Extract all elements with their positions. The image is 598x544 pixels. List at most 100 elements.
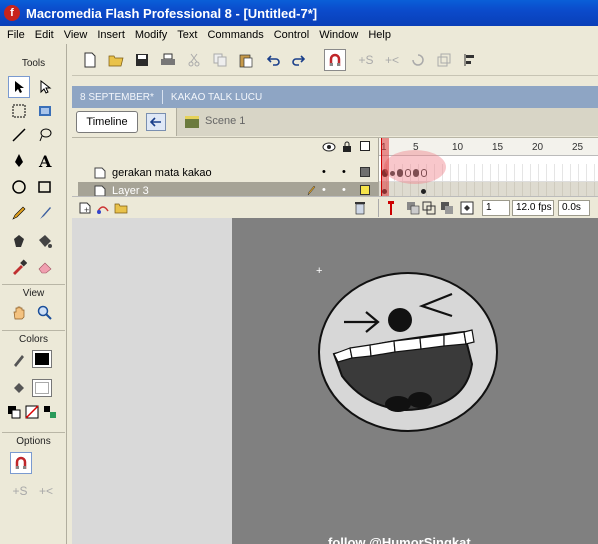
onion-skin-outlines-icon[interactable] [422,201,436,215]
zoom-tool-icon[interactable] [34,302,56,324]
svg-text:A: A [38,153,52,169]
selection-tool-icon[interactable] [8,76,30,98]
copy-icon[interactable] [210,50,230,70]
options-label: Options [16,436,51,447]
fill-color-bucket-icon [8,378,30,400]
lock-dot[interactable]: • [342,184,346,196]
swap-colors-icon[interactable] [42,404,58,420]
undo-icon[interactable] [264,50,284,70]
rectangle-tool-icon[interactable] [34,176,56,198]
line-tool-icon[interactable] [8,124,30,146]
menu-window[interactable]: Window [314,29,363,41]
keyframe[interactable] [421,189,426,194]
save-icon[interactable] [132,50,152,70]
menu-control[interactable]: Control [269,29,314,41]
flash-logo-icon: f [4,5,20,21]
no-color-icon[interactable] [24,404,40,420]
back-arrow-icon[interactable] [146,113,166,131]
subselection-tool-icon[interactable] [34,76,56,98]
pencil-tool-icon[interactable] [8,202,30,224]
timeline-panel: gerakan mata kakao • • Layer 3 • • 1 5 1… [72,137,598,218]
snap-magnet-icon[interactable] [324,49,346,71]
menu-view[interactable]: View [59,29,93,41]
layer-color-swatch[interactable] [360,185,370,195]
rotate-skew-icon[interactable] [408,50,428,70]
menu-modify[interactable]: Modify [130,29,172,41]
layer-row[interactable]: gerakan mata kakao • • [78,164,378,182]
frame-rate-field[interactable]: 12.0 fps [512,200,554,216]
fill-color-swatch[interactable] [32,379,52,397]
elapsed-time-field: 0.0s [558,200,590,216]
smooth-option-icon[interactable]: +S [8,480,32,502]
layer-name: gerakan mata kakao [112,167,212,179]
view-label: View [22,288,45,299]
timeline-header: Timeline Scene 1 [72,108,598,136]
menu-edit[interactable]: Edit [30,29,59,41]
scale-icon[interactable] [434,50,454,70]
menu-text[interactable]: Text [172,29,202,41]
lock-dot[interactable]: • [342,166,346,178]
playhead[interactable] [381,138,389,198]
free-transform-tool-icon[interactable] [8,100,30,122]
default-colors-icon[interactable] [6,404,22,420]
align-icon[interactable] [460,50,480,70]
insert-layer-folder-icon[interactable] [114,201,128,215]
new-file-icon[interactable] [80,50,100,70]
add-motion-guide-icon[interactable] [96,201,110,215]
paste-icon[interactable] [236,50,256,70]
ruler-number: 15 [492,142,504,153]
work-area[interactable]: + follow @HumorSingkat [72,218,598,544]
status-divider [378,199,379,217]
edit-multiple-frames-icon[interactable] [440,201,454,215]
insert-layer-icon[interactable]: + [78,201,92,215]
menu-file[interactable]: File [2,29,30,41]
center-frame-icon[interactable] [386,200,396,216]
scene-clapper-icon [185,116,199,128]
modify-onion-markers-icon[interactable] [460,201,474,215]
scene-bar: Scene 1 [176,108,598,136]
scene-label[interactable]: Scene 1 [205,115,245,127]
stroke-color-swatch[interactable] [32,350,52,368]
snap-to-objects-icon[interactable] [10,452,32,474]
paint-bucket-tool-icon[interactable] [34,230,56,252]
doc-tab-8-september[interactable]: 8 SEPTEMBER* [72,92,162,103]
onion-skin-icon[interactable] [406,201,420,215]
eyedropper-tool-icon[interactable] [8,256,30,278]
cut-icon[interactable] [184,50,204,70]
smooth-icon[interactable]: +S [354,50,378,70]
pen-tool-icon[interactable] [8,150,30,172]
svg-text:+: + [84,205,89,215]
timeline-toggle-button[interactable]: Timeline [76,111,138,133]
redo-icon[interactable] [288,50,308,70]
lock-icon[interactable] [342,141,352,156]
show-hide-eye-icon[interactable] [322,142,336,155]
kakao-face-drawing[interactable] [316,268,500,436]
edit-pencil-icon [307,185,316,196]
lasso-tool-icon[interactable] [34,124,56,146]
stage[interactable]: + [232,218,598,544]
menu-insert[interactable]: Insert [92,29,130,41]
delete-layer-icon[interactable] [354,201,366,215]
straighten-option-icon[interactable]: +< [34,480,58,502]
ink-bottle-tool-icon[interactable] [8,230,30,252]
straighten-icon[interactable]: +< [380,50,404,70]
text-tool-icon[interactable]: A [34,150,56,172]
hand-tool-icon[interactable] [8,302,30,324]
menu-commands[interactable]: Commands [202,29,268,41]
print-icon[interactable] [158,50,178,70]
visibility-dot[interactable]: • [322,184,326,196]
visibility-dot[interactable]: • [322,166,326,178]
tools-label: Tools [21,58,46,69]
brush-tool-icon[interactable] [34,202,56,224]
doc-tab-kakao-talk-lucu[interactable]: KAKAO TALK LUCU [163,92,270,103]
layer-color-swatch[interactable] [360,167,370,177]
current-frame-field: 1 [482,200,510,216]
fill-transform-tool-icon[interactable] [34,100,56,122]
outline-toggle-icon[interactable] [360,141,370,151]
oval-tool-icon[interactable] [8,176,30,198]
eraser-tool-icon[interactable] [34,256,56,278]
open-folder-icon[interactable] [106,50,126,70]
main-toolbar: +S +< [72,44,598,76]
menu-help[interactable]: Help [363,29,396,41]
title-bar: f Macromedia Flash Professional 8 - [Unt… [0,0,598,26]
